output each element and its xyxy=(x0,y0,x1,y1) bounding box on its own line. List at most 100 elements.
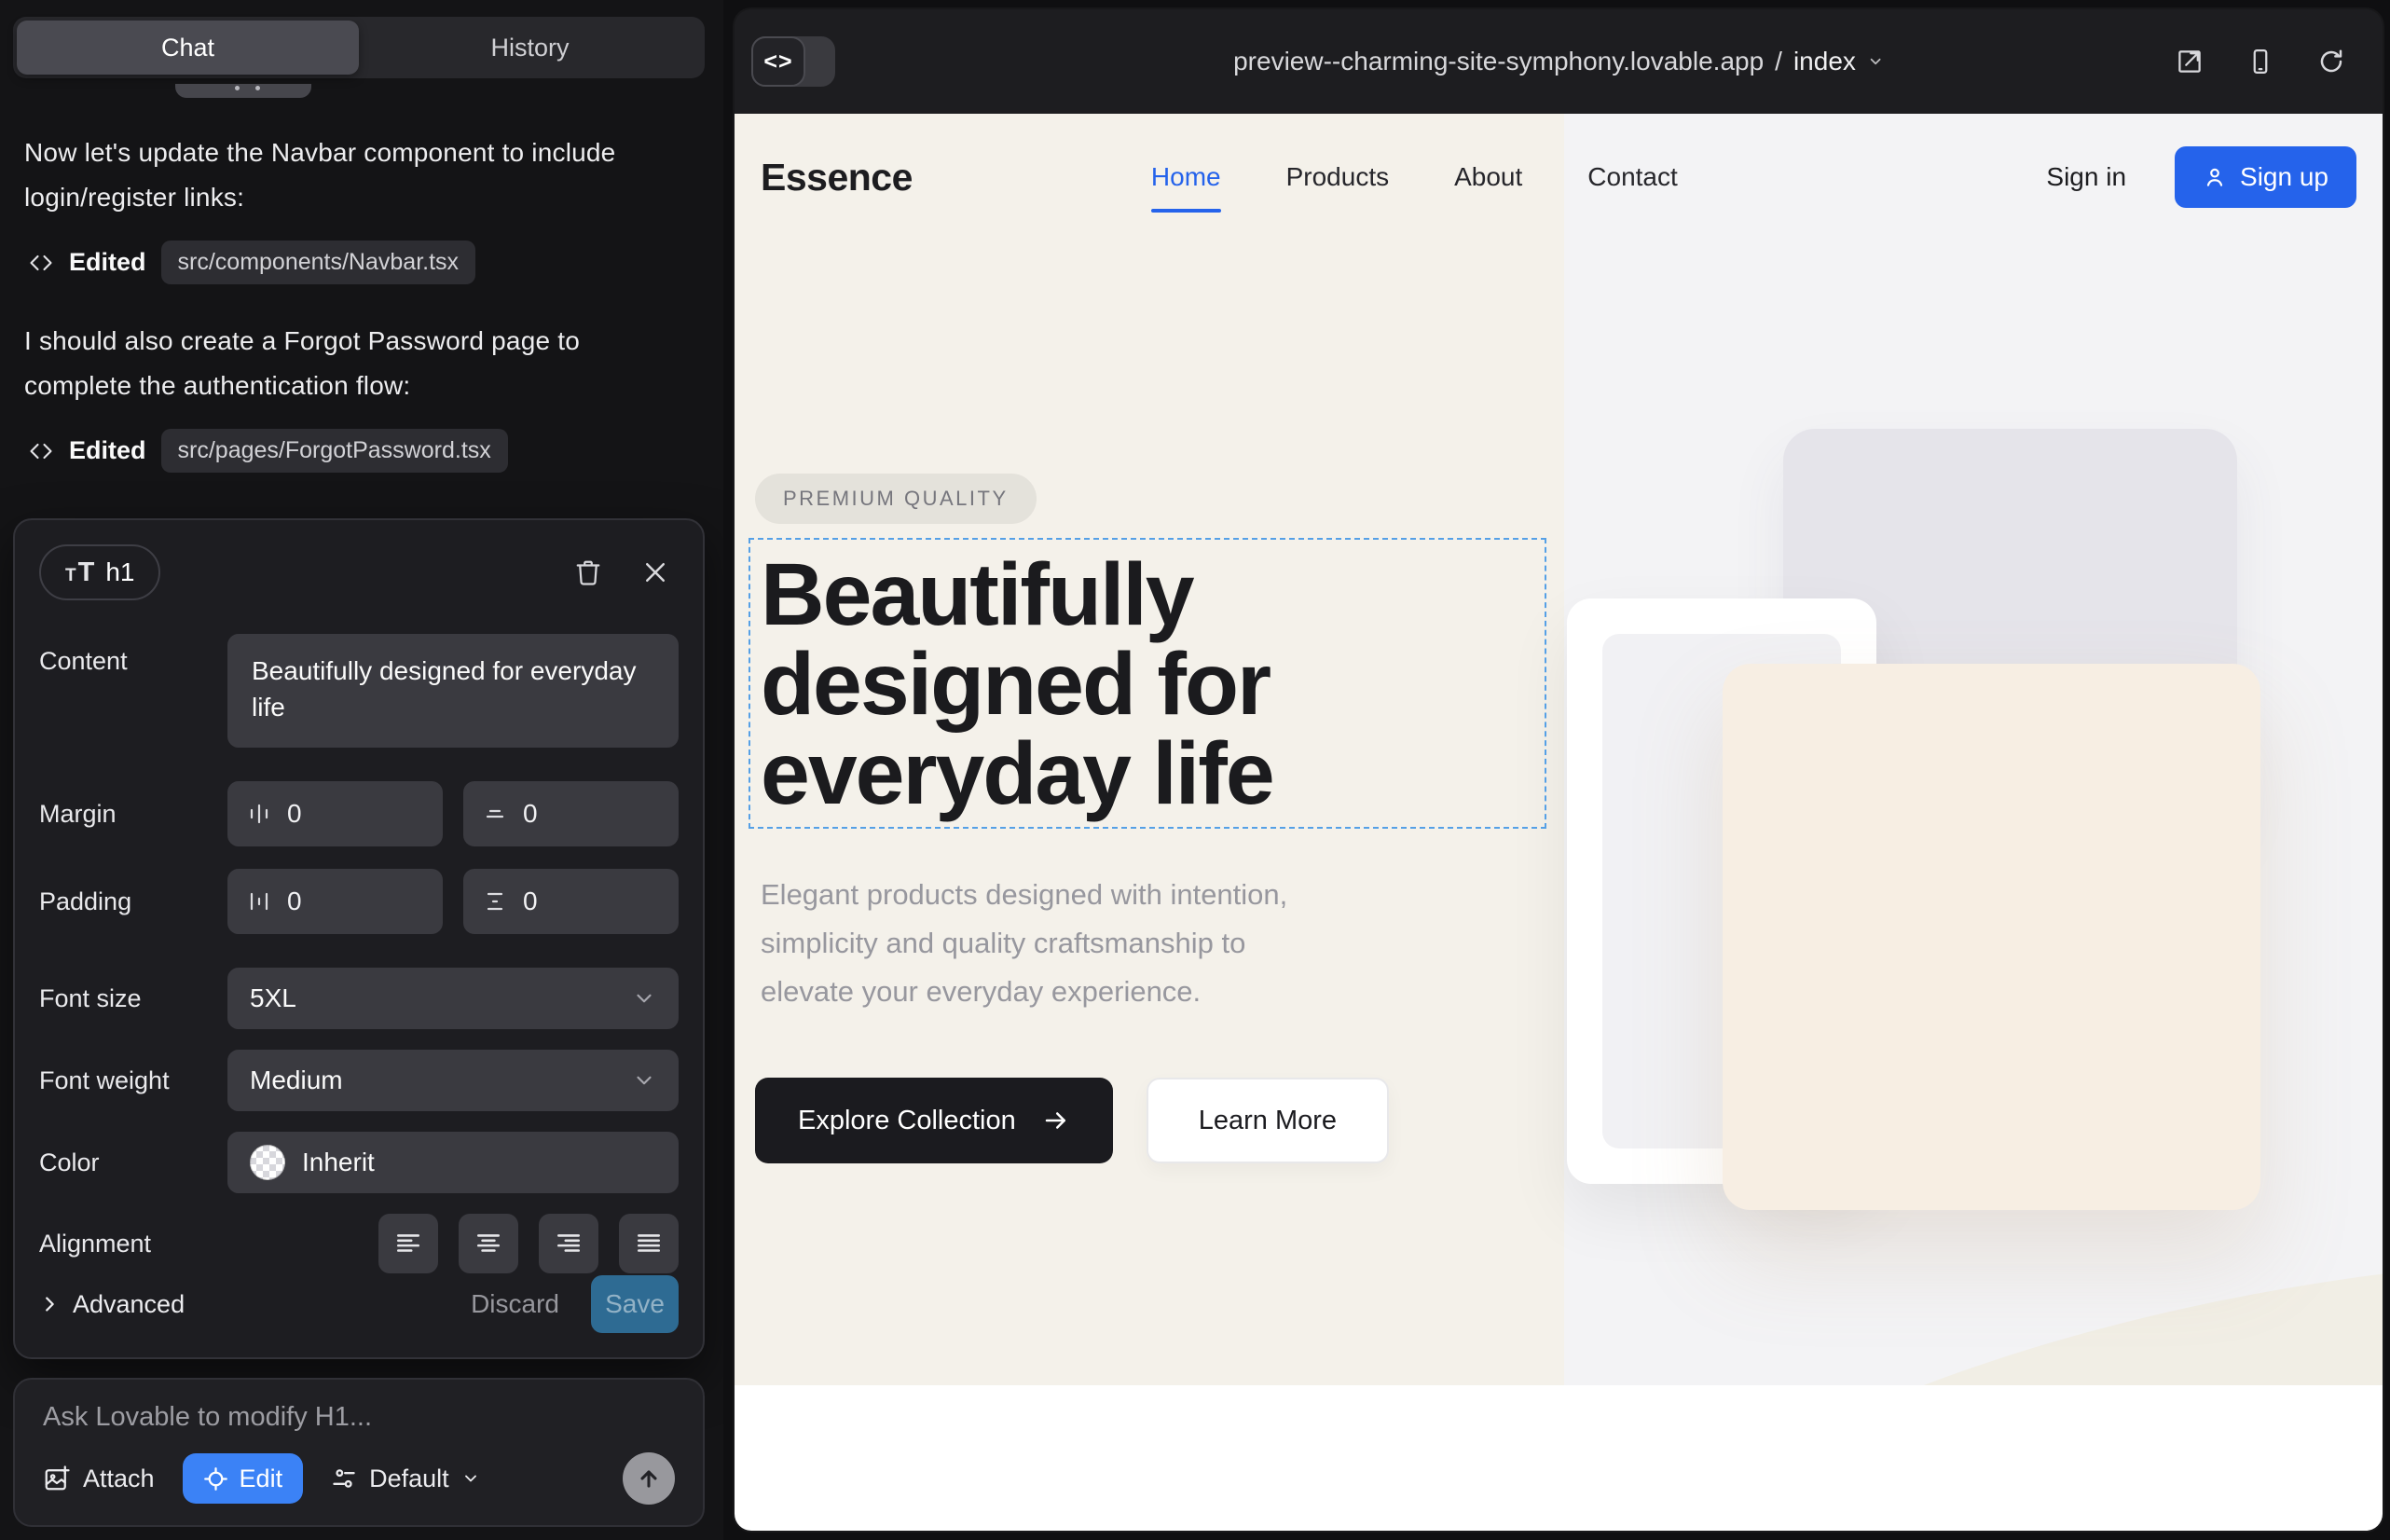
chevron-down-icon xyxy=(1867,53,1884,70)
sign-up-button[interactable]: Sign up xyxy=(2175,146,2356,208)
close-editor-button[interactable] xyxy=(641,558,669,586)
open-in-new-tab-button[interactable] xyxy=(2176,48,2204,76)
font-size-label: Font size xyxy=(39,984,227,1013)
align-center-button[interactable] xyxy=(459,1214,518,1273)
nav-link-home[interactable]: Home xyxy=(1151,162,1221,192)
learn-more-button[interactable]: Learn More xyxy=(1147,1078,1389,1163)
close-icon xyxy=(641,558,669,586)
margin-y-icon xyxy=(482,801,508,827)
mode-selector[interactable]: Default xyxy=(331,1464,480,1493)
chevron-right-icon xyxy=(39,1294,60,1314)
align-left-icon xyxy=(394,1230,422,1258)
hero-badge: PREMIUM QUALITY xyxy=(755,474,1037,524)
nav-link-contact[interactable]: Contact xyxy=(1587,162,1678,192)
align-center-icon xyxy=(474,1230,502,1258)
trash-icon xyxy=(574,558,602,586)
preview-url[interactable]: preview--charming-site-symphony.lovable.… xyxy=(1233,47,1884,76)
element-editor-panel: TT h1 Content Beautifully designe xyxy=(13,518,705,1359)
chat-composer: Ask Lovable to modify H1... Attach Edit … xyxy=(13,1378,705,1527)
user-icon xyxy=(2203,165,2227,189)
chevron-down-icon xyxy=(632,1068,656,1093)
url-page: index xyxy=(1793,47,1856,76)
hero-heading[interactable]: Beautifully designed for everyday life xyxy=(761,550,1273,818)
assistant-message: Now let's update the Navbar component to… xyxy=(24,131,630,220)
tab-chat[interactable]: Chat xyxy=(17,21,359,75)
chevron-down-icon xyxy=(632,986,656,1011)
font-weight-select[interactable]: Medium xyxy=(227,1050,679,1111)
url-text: preview--charming-site-symphony.lovable.… xyxy=(1233,47,1764,76)
margin-x-input[interactable]: 0 xyxy=(227,781,443,846)
target-edit-icon xyxy=(203,1466,228,1492)
scrolled-message-pill-fragment xyxy=(175,84,311,98)
color-select[interactable]: Inherit xyxy=(227,1132,679,1193)
chat-input[interactable]: Ask Lovable to modify H1... xyxy=(43,1402,675,1433)
code-icon xyxy=(28,250,54,276)
preview-area: <> preview--charming-site-symphony.lovab… xyxy=(723,0,2390,1540)
edit-mode-button[interactable]: Edit xyxy=(183,1453,304,1504)
external-link-icon xyxy=(2176,48,2204,76)
text-type-icon: TT xyxy=(65,557,94,588)
delete-element-button[interactable] xyxy=(574,558,602,586)
align-left-button[interactable] xyxy=(378,1214,438,1273)
refresh-icon xyxy=(2317,48,2345,76)
align-right-icon xyxy=(555,1230,583,1258)
smartphone-icon xyxy=(2246,48,2274,76)
margin-y-input[interactable]: 0 xyxy=(463,781,679,846)
code-icon: <> xyxy=(751,36,805,87)
margin-label: Margin xyxy=(39,800,227,829)
edited-file-chip[interactable]: src/components/Navbar.tsx xyxy=(161,241,476,284)
send-button[interactable] xyxy=(623,1452,675,1505)
sign-in-link[interactable]: Sign in xyxy=(2046,162,2126,192)
code-icon xyxy=(28,438,54,464)
site-logo[interactable]: Essence xyxy=(761,156,913,199)
padding-x-icon xyxy=(246,888,272,914)
chat-history-tabs: Chat History xyxy=(13,17,705,78)
save-button[interactable]: Save xyxy=(591,1275,679,1333)
color-label: Color xyxy=(39,1148,227,1177)
advanced-toggle[interactable]: Advanced xyxy=(39,1290,185,1319)
align-justify-icon xyxy=(635,1230,663,1258)
file-edit-row: Edited src/pages/ForgotPassword.tsx xyxy=(28,429,508,473)
code-preview-toggle[interactable]: <> xyxy=(751,36,835,87)
padding-y-icon xyxy=(482,888,508,914)
explore-collection-button[interactable]: Explore Collection xyxy=(755,1078,1113,1163)
nav-link-about[interactable]: About xyxy=(1454,162,1522,192)
site-viewport: Essence Home Products About Contact Sign… xyxy=(735,114,2383,1531)
edited-file-chip[interactable]: src/pages/ForgotPassword.tsx xyxy=(161,429,508,473)
margin-x-icon xyxy=(246,801,272,827)
chevron-down-icon xyxy=(461,1469,480,1488)
file-edit-row: Edited src/components/Navbar.tsx xyxy=(28,241,475,284)
padding-x-input[interactable]: 0 xyxy=(227,869,443,934)
site-navbar: Essence Home Products About Contact Sign… xyxy=(735,114,2383,241)
edited-label: Edited xyxy=(69,436,146,465)
nav-links: Home Products About Contact xyxy=(1151,162,1678,192)
url-separator: / xyxy=(1775,47,1782,76)
decorative-card-cream xyxy=(1723,664,2260,1210)
hero-section: Essence Home Products About Contact Sign… xyxy=(735,114,2383,1385)
attach-button[interactable]: Attach xyxy=(43,1464,155,1493)
font-weight-label: Font weight xyxy=(39,1066,227,1095)
arrow-right-icon xyxy=(1042,1107,1070,1134)
discard-button[interactable]: Discard xyxy=(471,1289,559,1319)
content-textarea[interactable]: Beautifully designed for everyday life xyxy=(227,634,679,748)
padding-y-input[interactable]: 0 xyxy=(463,869,679,934)
mobile-view-button[interactable] xyxy=(2246,48,2274,76)
preview-window: <> preview--charming-site-symphony.lovab… xyxy=(735,9,2383,1531)
lovable-chat-panel: Chat History Now let's update the Navbar… xyxy=(0,0,723,1540)
padding-label: Padding xyxy=(39,887,227,916)
image-attach-icon xyxy=(43,1464,71,1492)
arrow-up-icon xyxy=(636,1465,662,1492)
hero-description: Elegant products designed with intention… xyxy=(761,871,1287,1016)
sliders-icon xyxy=(331,1465,357,1492)
alignment-label: Alignment xyxy=(39,1230,227,1258)
align-right-button[interactable] xyxy=(539,1214,598,1273)
refresh-button[interactable] xyxy=(2317,48,2345,76)
assistant-message: I should also create a Forgot Password p… xyxy=(24,319,630,408)
edited-label: Edited xyxy=(69,248,146,277)
selected-element-tag[interactable]: TT h1 xyxy=(39,544,160,600)
preview-browser-bar: <> preview--charming-site-symphony.lovab… xyxy=(735,9,2383,114)
font-size-select[interactable]: 5XL xyxy=(227,968,679,1029)
tab-history[interactable]: History xyxy=(359,21,701,75)
nav-link-products[interactable]: Products xyxy=(1286,162,1390,192)
align-justify-button[interactable] xyxy=(619,1214,679,1273)
